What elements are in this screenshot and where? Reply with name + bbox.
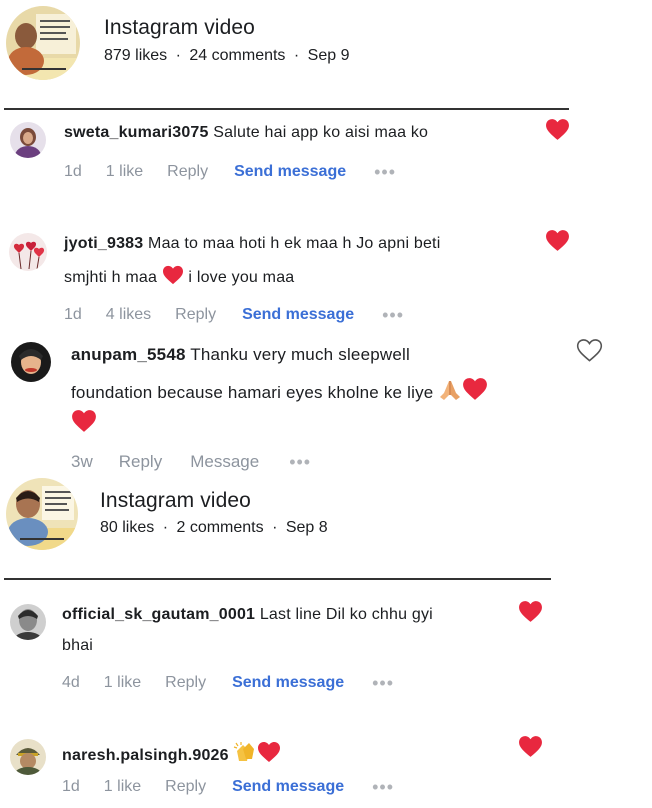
- send-message-button[interactable]: Send message: [242, 306, 354, 324]
- comment-actions: 1d 4 likes Reply Send message •••: [64, 306, 404, 324]
- heart-outline-icon[interactable]: [576, 338, 603, 368]
- avatar[interactable]: [10, 604, 46, 640]
- red-heart-emoji-icon: [162, 265, 184, 290]
- comment-likes[interactable]: 4 likes: [106, 306, 151, 324]
- comment-likes[interactable]: 1 like: [106, 163, 143, 181]
- comment-time: 3w: [71, 452, 93, 471]
- post-meta: 80 likes · 2 comments · Sep 8: [100, 519, 328, 536]
- post-date: Sep 9: [307, 47, 350, 64]
- post-comments-count: 24 comments: [189, 47, 286, 64]
- comment-actions: 1d 1 like Reply Send message •••: [64, 163, 396, 181]
- avatar[interactable]: [11, 342, 51, 382]
- comment-text: anupam_5548 Thanku very much sleepwell: [71, 345, 410, 364]
- comment-likes[interactable]: 1 like: [104, 778, 141, 796]
- more-options-icon[interactable]: •••: [382, 306, 404, 324]
- comment-username[interactable]: official_sk_gautam_0001: [62, 606, 255, 623]
- comment-time: 1d: [64, 306, 82, 323]
- post-likes-count: 80 likes: [100, 519, 155, 536]
- reply-button[interactable]: Reply: [165, 674, 206, 692]
- more-options-icon[interactable]: •••: [372, 674, 394, 692]
- comment-actions: 4d 1 like Reply Send message •••: [62, 674, 394, 692]
- comment-username[interactable]: jyoti_9383: [64, 235, 143, 252]
- comment-actions: 1d 1 like Reply Send message •••: [62, 778, 394, 796]
- post-thumbnail[interactable]: [6, 478, 78, 550]
- folded-hands-emoji-icon: [438, 379, 462, 406]
- heart-filled-icon[interactable]: [545, 229, 570, 257]
- comment-actions: 3w Reply Message •••: [71, 452, 311, 472]
- heart-filled-icon[interactable]: [518, 735, 543, 763]
- more-options-icon[interactable]: •••: [372, 778, 394, 796]
- heart-filled-icon[interactable]: [518, 600, 543, 628]
- comment-text: official_sk_gautam_0001 Last line Dil ko…: [62, 606, 433, 623]
- post-date: Sep 8: [285, 519, 328, 536]
- reply-button[interactable]: Reply: [175, 306, 216, 324]
- avatar[interactable]: [10, 122, 46, 158]
- comment-username[interactable]: naresh.palsingh.9026: [62, 747, 229, 764]
- clapping-hands-emoji-icon: [233, 741, 257, 768]
- comment-text: naresh.palsingh.9026: [62, 741, 281, 768]
- comment-text-line2: foundation because hamari eyes kholne ke…: [71, 377, 488, 406]
- more-options-icon[interactable]: •••: [289, 453, 311, 471]
- send-message-button[interactable]: Send message: [234, 163, 346, 181]
- comment-time: 1d: [62, 778, 80, 795]
- comment-text-line2: bhai: [62, 637, 94, 654]
- comment-likes[interactable]: 1 like: [104, 674, 141, 692]
- post-meta: 879 likes · 24 comments · Sep 9: [104, 47, 350, 64]
- reply-button[interactable]: Reply: [165, 778, 206, 796]
- heart-filled-icon[interactable]: [545, 118, 570, 146]
- comment-text: jyoti_9383 Maa to maa hoti h ek maa h Jo…: [64, 235, 441, 252]
- post-title[interactable]: Instagram video: [100, 489, 251, 513]
- more-options-icon[interactable]: •••: [374, 163, 396, 181]
- post-thumbnail[interactable]: [6, 6, 80, 80]
- divider: [4, 578, 551, 580]
- send-message-button[interactable]: Send message: [232, 778, 344, 796]
- reply-button[interactable]: Reply: [119, 452, 162, 472]
- red-heart-emoji-icon: [257, 741, 281, 768]
- avatar[interactable]: [9, 233, 47, 271]
- send-message-button[interactable]: Send message: [232, 674, 344, 692]
- post-likes-count: 879 likes: [104, 47, 168, 64]
- red-heart-emoji-icon: [71, 409, 97, 438]
- comment-text-line2: smjhti h maa i love you maa: [64, 265, 294, 290]
- post-comments-count: 2 comments: [176, 519, 264, 536]
- divider: [4, 108, 569, 110]
- comment-text: sweta_kumari3075 Salute hai app ko aisi …: [64, 124, 429, 141]
- comment-time: 1d: [64, 163, 82, 180]
- message-button[interactable]: Message: [190, 452, 259, 472]
- comment-time: 4d: [62, 674, 80, 691]
- red-heart-emoji-icon: [462, 377, 488, 406]
- comment-username[interactable]: sweta_kumari3075: [64, 124, 209, 141]
- comment-username[interactable]: anupam_5548: [71, 345, 186, 364]
- post-title[interactable]: Instagram video: [104, 16, 255, 40]
- reply-button[interactable]: Reply: [167, 163, 208, 181]
- avatar[interactable]: [10, 739, 46, 775]
